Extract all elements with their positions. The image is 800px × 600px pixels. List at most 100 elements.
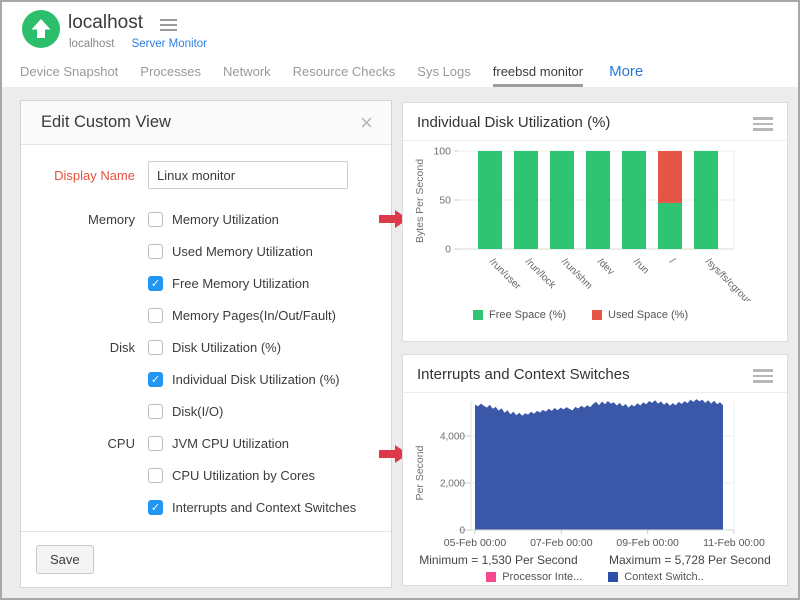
- legend-swatch: [592, 310, 602, 320]
- app-header: localhost localhost Server Monitor: [2, 2, 798, 57]
- svg-text:Per Second: Per Second: [414, 445, 426, 500]
- group-label-disk: Disk: [21, 340, 135, 355]
- metric-row-cpu-utilization-by-cores: CPU Utilization by Cores: [21, 459, 391, 491]
- page-title: localhost: [68, 12, 143, 34]
- checkbox-label-interrupts-and-context-switches[interactable]: Interrupts and Context Switches: [172, 500, 356, 515]
- interrupts-chart-legend: Processor Inte... Context Switch..: [403, 571, 787, 583]
- disk-utilization-chart: 050100Bytes Per Second/run/user/run/lock…: [403, 141, 787, 301]
- checkbox-free-memory-utilization[interactable]: ✓: [148, 276, 163, 291]
- svg-text:50: 50: [439, 195, 451, 207]
- svg-text:2,000: 2,000: [440, 479, 465, 490]
- breadcrumb-host: localhost: [69, 38, 114, 50]
- disk-chart-legend: Free Space (%) Used Space (%): [403, 309, 787, 321]
- breadcrumb: localhost Server Monitor: [69, 38, 207, 50]
- legend-label: Processor Inte...: [502, 571, 582, 583]
- checkbox-cpu-utilization-by-cores[interactable]: [148, 468, 163, 483]
- legend-label: Free Space (%): [489, 309, 566, 321]
- checkbox-used-memory-utilization[interactable]: [148, 244, 163, 259]
- modal-title: Edit Custom View: [41, 113, 360, 132]
- checkbox-label-disk-utilization[interactable]: Disk Utilization (%): [172, 340, 281, 355]
- interrupts-panel-title: Interrupts and Context Switches: [417, 366, 630, 383]
- display-name-row: Display Name: [21, 161, 391, 189]
- title-menu-icon[interactable]: [160, 19, 177, 34]
- svg-text:/: /: [667, 256, 677, 266]
- tab-freebsd-monitor[interactable]: freebsd monitor: [493, 57, 583, 87]
- metric-row-interrupts-and-context-switches: ✓ Interrupts and Context Switches: [21, 491, 391, 523]
- bar--free-space: [658, 203, 682, 249]
- checkbox-label-free-memory-utilization[interactable]: Free Memory Utilization: [172, 276, 309, 291]
- tab-sys-logs[interactable]: Sys Logs: [417, 57, 470, 87]
- svg-text:/run/user: /run/user: [487, 256, 523, 292]
- checkbox-memory-pages-in-out-fault[interactable]: [148, 308, 163, 323]
- close-icon[interactable]: ×: [360, 112, 373, 134]
- bar--used-space: [658, 151, 682, 203]
- metric-row-jvm-cpu-utilization: CPU JVM CPU Utilization: [21, 427, 391, 459]
- minimum-value: Minimum = 1,530 Per Second: [419, 553, 577, 567]
- chart-summary: Minimum = 1,530 Per Second Maximum = 5,7…: [403, 553, 787, 567]
- tab-bar: Device Snapshot Processes Network Resource …: [2, 57, 798, 87]
- legend-label: Context Switch..: [624, 571, 703, 583]
- group-label-memory: Memory: [21, 212, 135, 227]
- checkbox-memory-utilization[interactable]: [148, 212, 163, 227]
- tab-resource-checks[interactable]: Resource Checks: [293, 57, 396, 87]
- tab-network[interactable]: Network: [223, 57, 271, 87]
- legend-item-free-space[interactable]: Free Space (%): [473, 309, 566, 321]
- interrupts-panel: Interrupts and Context Switches 02,0004,…: [402, 354, 788, 586]
- svg-text:/run/shm: /run/shm: [559, 256, 594, 291]
- legend-item-used-space[interactable]: Used Space (%): [592, 309, 688, 321]
- metric-row-free-memory-utilization: ✓ Free Memory Utilization: [21, 267, 391, 299]
- bar-run-user-free-space: [478, 151, 502, 249]
- svg-text:/run/lock: /run/lock: [523, 256, 558, 291]
- tab-processes[interactable]: Processes: [140, 57, 201, 87]
- legend-item-context-switch[interactable]: Context Switch..: [608, 571, 703, 583]
- checkbox-label-individual-disk-utilization[interactable]: Individual Disk Utilization (%): [172, 372, 340, 387]
- checkbox-label-memory-utilization[interactable]: Memory Utilization: [172, 212, 279, 227]
- checkbox-disk-utilization[interactable]: [148, 340, 163, 355]
- display-name-input[interactable]: [148, 161, 348, 189]
- maximum-value: Maximum = 5,728 Per Second: [609, 553, 771, 567]
- metric-row-disk-utilization: Disk Disk Utilization (%): [21, 331, 391, 363]
- legend-label: Used Space (%): [608, 309, 688, 321]
- svg-text:/sys/fs/cgroup: /sys/fs/cgroup: [703, 256, 755, 301]
- svg-text:0: 0: [445, 244, 451, 256]
- bar-run-lock-free-space: [514, 151, 538, 249]
- interrupts-panel-header: Interrupts and Context Switches: [403, 355, 787, 393]
- legend-swatch: [608, 572, 618, 582]
- bar-run-free-space: [622, 151, 646, 249]
- context-switches-area: [475, 399, 723, 530]
- chart-menu-icon[interactable]: [753, 117, 773, 134]
- svg-text:4,000: 4,000: [440, 432, 465, 443]
- legend-swatch: [486, 572, 496, 582]
- svg-text:09-Feb 00:00: 09-Feb 00:00: [616, 537, 679, 549]
- metric-row-memory-pages-in-out-fault: Memory Pages(In/Out/Fault): [21, 299, 391, 331]
- chart-menu-icon[interactable]: [753, 369, 773, 386]
- svg-text:/run: /run: [631, 256, 651, 276]
- checkbox-label-jvm-cpu-utilization[interactable]: JVM CPU Utilization: [172, 436, 289, 451]
- svg-text:11-Feb 00:00: 11-Feb 00:00: [703, 537, 765, 549]
- svg-text:100: 100: [433, 146, 451, 158]
- tab-device-snapshot[interactable]: Device Snapshot: [20, 57, 118, 87]
- checkbox-individual-disk-utilization[interactable]: ✓: [148, 372, 163, 387]
- disk-utilization-panel: Individual Disk Utilization (%) 050100By…: [402, 102, 788, 342]
- checkbox-interrupts-and-context-switches[interactable]: ✓: [148, 500, 163, 515]
- svg-text:07-Feb 00:00: 07-Feb 00:00: [530, 537, 593, 549]
- checkbox-label-disk-i-o[interactable]: Disk(I/O): [172, 404, 223, 419]
- svg-text:/dev: /dev: [595, 256, 616, 277]
- metric-row-disk-i-o: Disk(I/O): [21, 395, 391, 427]
- modal-footer: Save: [21, 531, 391, 587]
- checkbox-label-used-memory-utilization[interactable]: Used Memory Utilization: [172, 244, 313, 259]
- display-name-label: Display Name: [21, 168, 135, 183]
- disk-panel-title: Individual Disk Utilization (%): [417, 114, 610, 131]
- checkbox-label-memory-pages-in-out-fault[interactable]: Memory Pages(In/Out/Fault): [172, 308, 336, 323]
- tab-more[interactable]: More: [609, 57, 643, 87]
- checkbox-jvm-cpu-utilization[interactable]: [148, 436, 163, 451]
- checkbox-label-cpu-utilization-by-cores[interactable]: CPU Utilization by Cores: [172, 468, 315, 483]
- interrupts-chart: 02,0004,000Per Second05-Feb 00:0007-Feb …: [403, 393, 787, 553]
- svg-text:05-Feb 00:00: 05-Feb 00:00: [444, 537, 507, 549]
- legend-item-processor-inte[interactable]: Processor Inte...: [486, 571, 582, 583]
- checkbox-disk-i-o[interactable]: [148, 404, 163, 419]
- save-button[interactable]: Save: [36, 545, 94, 574]
- breadcrumb-server-monitor-link[interactable]: Server Monitor: [132, 38, 207, 50]
- group-label-cpu: CPU: [21, 436, 135, 451]
- edit-custom-view-modal: Edit Custom View × Display Name Memory Me…: [20, 100, 392, 588]
